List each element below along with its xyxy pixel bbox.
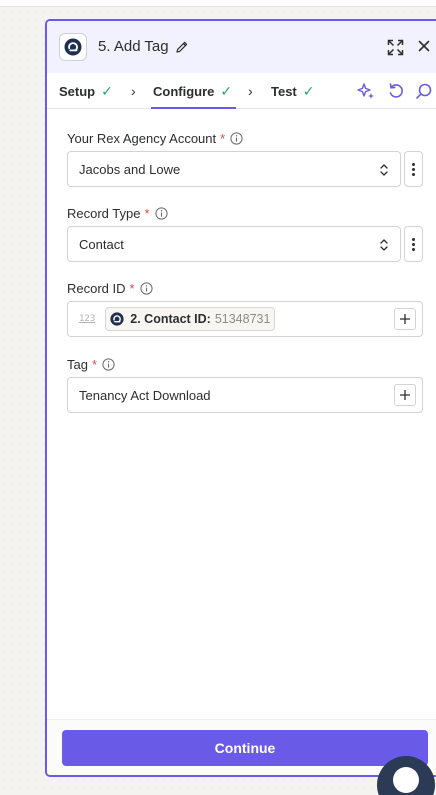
app-logo-icon <box>110 312 124 326</box>
select-arrows-icon <box>380 239 388 251</box>
step-tabs: Setup ✓ › Configure ✓ › Test ✓ <box>47 73 436 109</box>
app-logo-icon <box>59 33 87 61</box>
pill-key: 2. Contact ID: <box>130 312 211 326</box>
account-label: Your Rex Agency Account * <box>67 131 243 146</box>
required-marker: * <box>129 281 135 296</box>
check-icon: ✓ <box>302 82 315 99</box>
record-type-more-button[interactable] <box>404 226 423 262</box>
panel-header: 5. Add Tag <box>47 21 436 73</box>
tag-label: Tag * <box>67 357 115 372</box>
number-type-icon: 123 <box>79 314 96 324</box>
info-icon[interactable] <box>154 207 168 220</box>
add-data-button[interactable] <box>394 308 416 330</box>
required-marker: * <box>91 357 98 372</box>
info-icon[interactable] <box>139 282 153 295</box>
required-marker: * <box>220 131 226 146</box>
close-icon[interactable] <box>417 39 431 53</box>
panel-footer: Continue <box>47 719 436 775</box>
record-type-value: Contact <box>79 236 124 252</box>
info-icon[interactable] <box>230 132 243 145</box>
tab-configure[interactable]: Configure ✓ <box>150 73 237 109</box>
info-icon[interactable] <box>102 358 115 371</box>
ai-sparkle-icon[interactable] <box>357 82 375 100</box>
search-icon[interactable] <box>415 82 433 100</box>
tab-setup[interactable]: Setup ✓ <box>59 73 113 109</box>
check-icon: ✓ <box>101 82 113 99</box>
required-marker: * <box>144 206 150 221</box>
record-type-label: Record Type * <box>67 206 168 221</box>
plus-icon <box>400 314 410 324</box>
tag-input[interactable]: Tenancy Act Download <box>67 377 423 413</box>
expand-icon[interactable] <box>387 39 404 56</box>
account-select[interactable]: Jacobs and Lowe <box>67 151 401 187</box>
top-strip <box>0 0 436 7</box>
pill-value: 51348731 <box>214 312 271 326</box>
record-id-input[interactable]: 123 2. Contact ID: 51348731 <box>67 301 423 337</box>
account-value: Jacobs and Lowe <box>79 161 181 177</box>
plus-icon <box>400 390 410 400</box>
account-more-button[interactable] <box>404 151 423 187</box>
check-icon: ✓ <box>220 82 233 99</box>
step-panel: 5. Add Tag Setup ✓ › Configure ✓ › Test … <box>45 19 436 777</box>
step-title: 5. Add Tag <box>98 38 169 55</box>
tag-value: Tenancy Act Download <box>79 387 211 403</box>
record-type-select[interactable]: Contact <box>67 226 401 262</box>
record-id-label: Record ID * <box>67 281 153 296</box>
undo-icon[interactable] <box>387 82 405 100</box>
tab-configure-label: Configure <box>153 83 215 99</box>
mapped-value-pill[interactable]: 2. Contact ID: 51348731 <box>105 307 276 331</box>
continue-button[interactable]: Continue <box>62 730 428 766</box>
chevron-right-icon: › <box>248 83 253 99</box>
select-arrows-icon <box>380 164 388 176</box>
chevron-right-icon: › <box>131 83 136 99</box>
pencil-icon[interactable] <box>175 40 189 54</box>
tab-test[interactable]: Test ✓ <box>271 73 315 109</box>
tab-setup-label: Setup <box>59 83 96 99</box>
tab-test-label: Test <box>271 83 297 99</box>
add-data-button[interactable] <box>394 384 416 406</box>
